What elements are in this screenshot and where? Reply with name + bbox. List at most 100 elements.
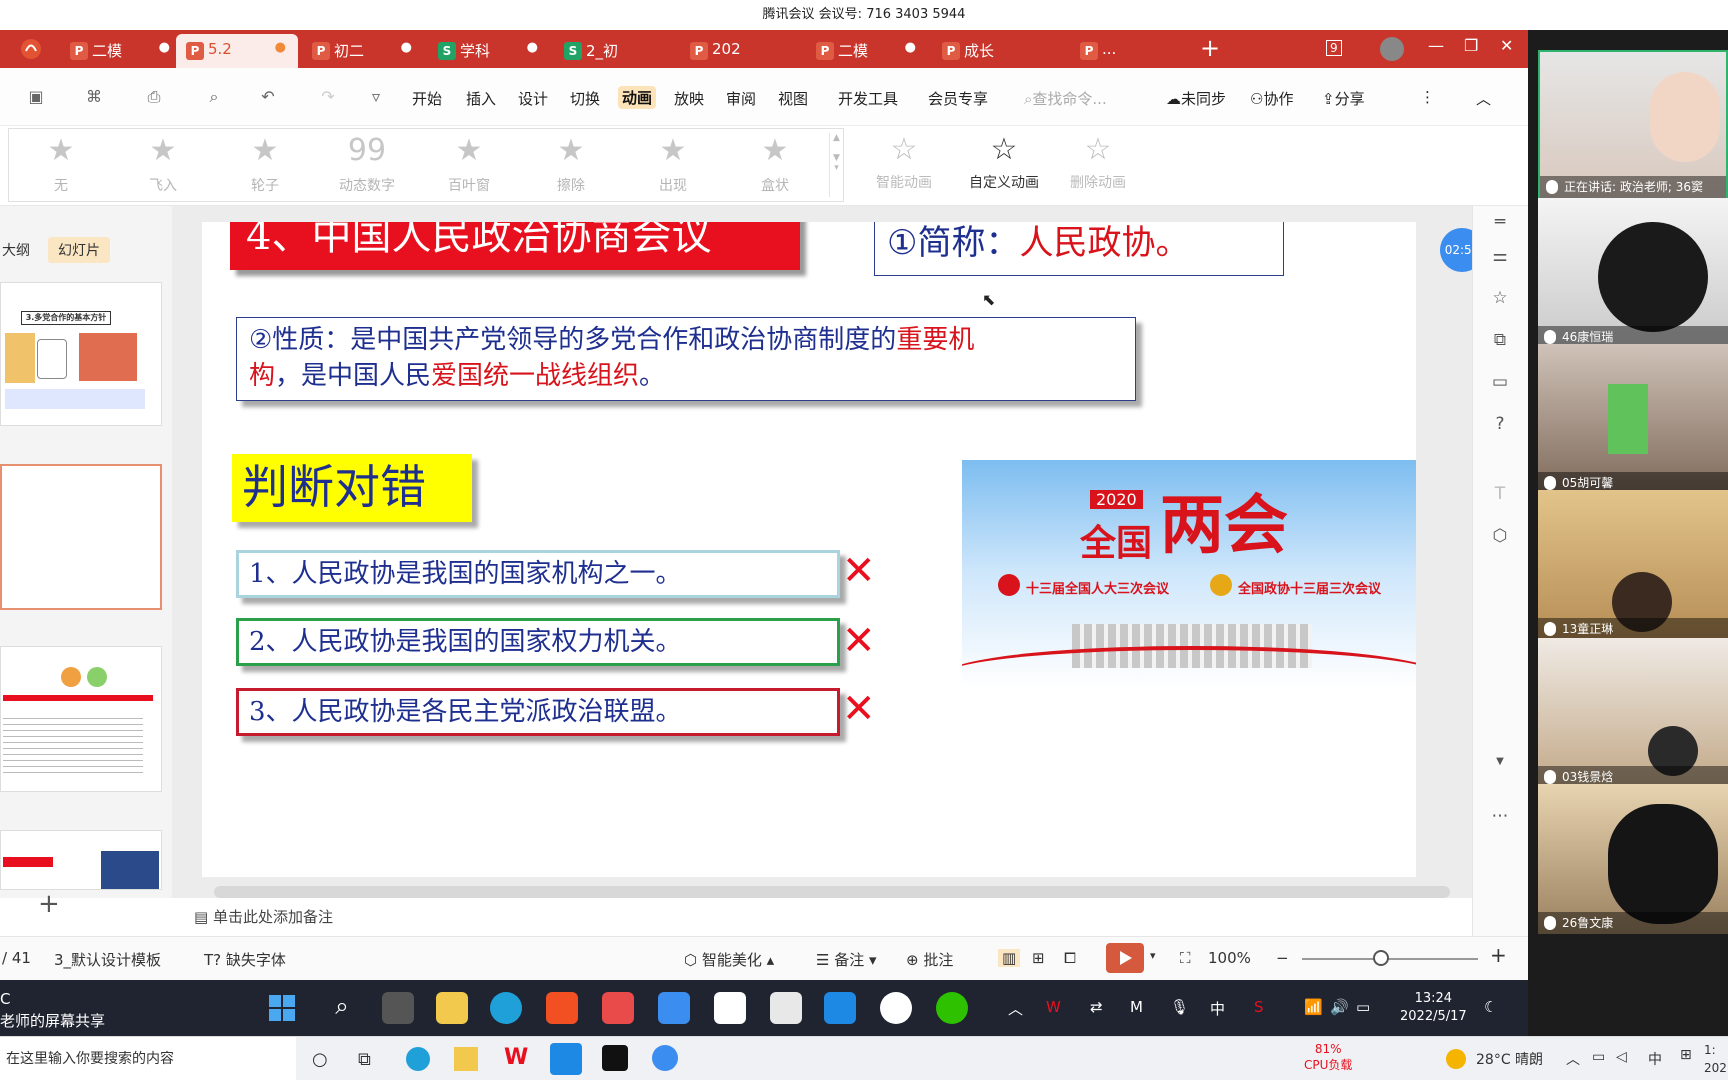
- current-slide[interactable]: 4、中国人民政治协商会议 ①简称：人民政协。 ②性质：是中国共产党领导的多党合作…: [202, 222, 1416, 877]
- app-icon[interactable]: [714, 992, 746, 1024]
- ime-indicator[interactable]: 中: [1210, 998, 1225, 1019]
- task-view-icon[interactable]: [382, 992, 414, 1024]
- menu-design[interactable]: 设计: [518, 88, 548, 109]
- ime-indicator[interactable]: 中: [1648, 1049, 1662, 1069]
- print-preview-icon[interactable]: ⌕: [204, 87, 224, 107]
- tab-outline[interactable]: 大纲: [2, 240, 30, 260]
- quick-access-more-icon[interactable]: ▿: [366, 87, 386, 107]
- system-clock[interactable]: 13:24 2022/5/17: [1400, 990, 1467, 1026]
- tab-doc-3[interactable]: P 初二 ●: [302, 34, 424, 68]
- tab-close-icon[interactable]: ●: [905, 40, 916, 55]
- wechat-icon[interactable]: [936, 992, 968, 1024]
- clock-app-icon[interactable]: [880, 992, 912, 1024]
- cortana-icon[interactable]: ○: [312, 1049, 328, 1070]
- play-dropdown-icon[interactable]: ▾: [1150, 949, 1156, 962]
- wps-tray-icon[interactable]: W: [1046, 998, 1061, 1016]
- anim-box[interactable]: ★ 盒状: [735, 133, 815, 199]
- delete-animation-button[interactable]: ☆ 删除动画: [1050, 132, 1146, 198]
- tencent-meeting-icon[interactable]: [824, 992, 856, 1024]
- properties-icon[interactable]: ⚌: [1489, 246, 1511, 268]
- tab-doc-8[interactable]: P 成长: [932, 34, 1054, 68]
- menu-animation[interactable]: 动画: [618, 86, 657, 109]
- tab-doc-7[interactable]: P 二模 ●: [806, 34, 928, 68]
- collapse-ribbon-icon[interactable]: ︿: [1476, 88, 1491, 109]
- normal-view-icon[interactable]: ▥: [998, 949, 1021, 967]
- slide-thumbnail-1[interactable]: 3.多党合作的基本方针: [0, 282, 162, 426]
- zoom-slider-knob[interactable]: [1373, 950, 1390, 966]
- zoom-level[interactable]: 100%: [1208, 949, 1251, 967]
- close-window-icon[interactable]: ✕: [1500, 36, 1513, 55]
- file-explorer-icon[interactable]: [436, 992, 468, 1024]
- sogou-icon[interactable]: S: [1254, 998, 1264, 1016]
- reading-view-icon[interactable]: ⧠: [1064, 949, 1076, 967]
- tab-doc-5[interactable]: S 2_初: [554, 34, 676, 68]
- slide-thumbnail-2-selected[interactable]: [0, 464, 162, 610]
- tab-doc-9[interactable]: P...: [1070, 34, 1180, 68]
- edge-browser-icon[interactable]: [490, 992, 522, 1024]
- help-icon[interactable]: ?: [1489, 414, 1511, 436]
- tencent-meeting-icon[interactable]: [550, 1043, 582, 1075]
- weather-text[interactable]: 28°C 晴朗: [1476, 1049, 1543, 1069]
- text-icon[interactable]: T: [1489, 484, 1511, 506]
- huawei-icon[interactable]: [602, 992, 634, 1024]
- tab-close-icon[interactable]: ●: [159, 40, 170, 55]
- cloud-drive-icon[interactable]: [658, 992, 690, 1024]
- minimize-icon[interactable]: —: [1428, 36, 1444, 55]
- wps-logo-icon[interactable]: [12, 36, 50, 62]
- notes-pane[interactable]: ▤ 单击此处添加备注: [184, 900, 1472, 930]
- menu-transition[interactable]: 切换: [570, 88, 600, 109]
- new-tab-button[interactable]: +: [1200, 34, 1220, 62]
- ime-mode-icon[interactable]: ⊞: [1680, 1047, 1692, 1063]
- wifi-icon[interactable]: 📶: [1304, 998, 1323, 1016]
- gallery-scroll[interactable]: ▲ ▼ ▾: [829, 133, 843, 197]
- panel-handle-icon[interactable]: ═: [1489, 212, 1511, 234]
- command-search[interactable]: ⌕查找命令...: [1024, 88, 1107, 109]
- anim-wipe[interactable]: ★ 擦除: [531, 133, 611, 199]
- horizontal-scrollbar[interactable]: [184, 884, 1450, 898]
- anim-appear[interactable]: ★ 出现: [633, 133, 713, 199]
- slide-thumbnail-4[interactable]: [0, 830, 162, 890]
- tab-doc-6[interactable]: P 202: [680, 34, 802, 68]
- menu-review[interactable]: 审阅: [726, 88, 756, 109]
- format-painter-icon[interactable]: ⌘: [84, 87, 104, 107]
- night-mode-icon[interactable]: ☾: [1484, 998, 1497, 1016]
- slideshow-play-button[interactable]: [1106, 943, 1144, 973]
- file-explorer-icon[interactable]: [454, 1047, 478, 1071]
- search-icon[interactable]: ⌕: [326, 992, 358, 1024]
- volume-icon[interactable]: 🔊: [1330, 998, 1349, 1016]
- video-tile-6[interactable]: 26鲁文康: [1538, 784, 1728, 934]
- system-clock-partial[interactable]: 1: 202: [1704, 1041, 1727, 1077]
- tray-expand-icon[interactable]: ︿: [1566, 1049, 1580, 1069]
- tray-app-icon[interactable]: M: [1130, 998, 1143, 1016]
- video-tile-speaker[interactable]: 正在讲话: 政治老师; 36窦: [1538, 50, 1728, 200]
- anim-blinds[interactable]: ★ 百叶窗: [429, 133, 509, 199]
- sync-status[interactable]: ☁未同步: [1166, 88, 1226, 109]
- scroll-thumb[interactable]: [214, 886, 1450, 898]
- smart-animation-button[interactable]: ☆ 智能动画: [856, 132, 952, 198]
- battery-icon[interactable]: ▭: [1356, 998, 1370, 1016]
- zoom-in-icon[interactable]: +: [1490, 943, 1507, 967]
- more-tools-icon[interactable]: ⋯: [1489, 806, 1511, 828]
- tab-close-icon[interactable]: ●: [527, 40, 538, 55]
- app-icon[interactable]: [652, 1045, 678, 1071]
- ms-store-icon[interactable]: [546, 992, 578, 1024]
- undo-icon[interactable]: ↶: [258, 87, 278, 107]
- slide-sorter-icon[interactable]: ⊞: [1032, 949, 1045, 967]
- more-options-icon[interactable]: ⋮: [1420, 88, 1435, 106]
- anim-wheel[interactable]: ★ 轮子: [225, 133, 305, 199]
- menu-insert[interactable]: 插入: [466, 88, 496, 109]
- volume-icon[interactable]: ◁: [1616, 1049, 1627, 1065]
- print-icon[interactable]: ⎙: [144, 87, 164, 107]
- menu-view[interactable]: 视图: [778, 88, 808, 109]
- smart-beautify-button[interactable]: ⬡ 智能美化 ▴: [684, 949, 774, 970]
- tray-expand-icon[interactable]: ︿: [1008, 998, 1023, 1019]
- anim-none[interactable]: ★ 无: [21, 133, 101, 199]
- wps-icon[interactable]: W: [504, 1045, 528, 1070]
- microphone-icon[interactable]: 🎙: [1170, 998, 1189, 1016]
- network-icon[interactable]: ▭: [1592, 1049, 1605, 1065]
- zoom-slider[interactable]: [1302, 958, 1478, 960]
- share-button[interactable]: ⇪分享: [1322, 88, 1365, 109]
- transition-pane-icon[interactable]: ⧉: [1489, 330, 1511, 352]
- maximize-icon[interactable]: ❐: [1464, 36, 1478, 55]
- comment-button[interactable]: ⊕ 批注: [906, 949, 953, 970]
